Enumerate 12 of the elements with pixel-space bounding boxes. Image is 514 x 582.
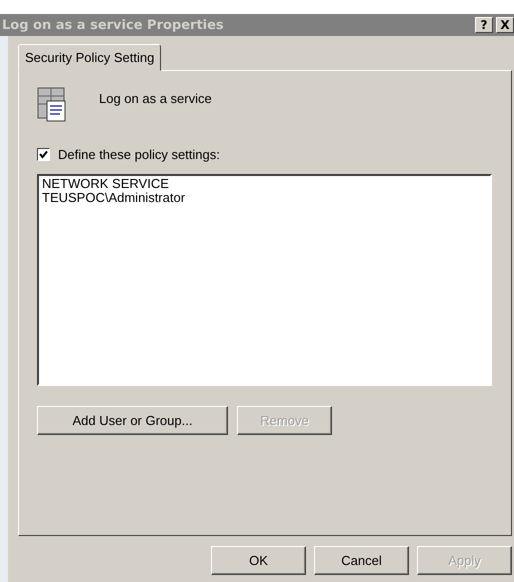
account-item[interactable]: NETWORK SERVICE [42,177,487,191]
policy-name: Log on as a service [99,91,212,106]
tab[interactable]: Security Policy Setting [18,44,162,71]
define-checkbox[interactable] [37,148,50,161]
dialog-button[interactable]: Cancel [314,546,409,575]
window-title: Log on as a service Properties [2,18,225,32]
account-item[interactable]: TEUSPOC\Administrator [42,191,487,205]
help-button[interactable]: ? [475,17,493,33]
action-button[interactable]: Add User or Group... [37,406,228,435]
checkbox-label: Define these policy settings: [58,147,220,162]
dialog-button[interactable]: OK [211,546,306,575]
close-button[interactable]: X [496,17,514,33]
